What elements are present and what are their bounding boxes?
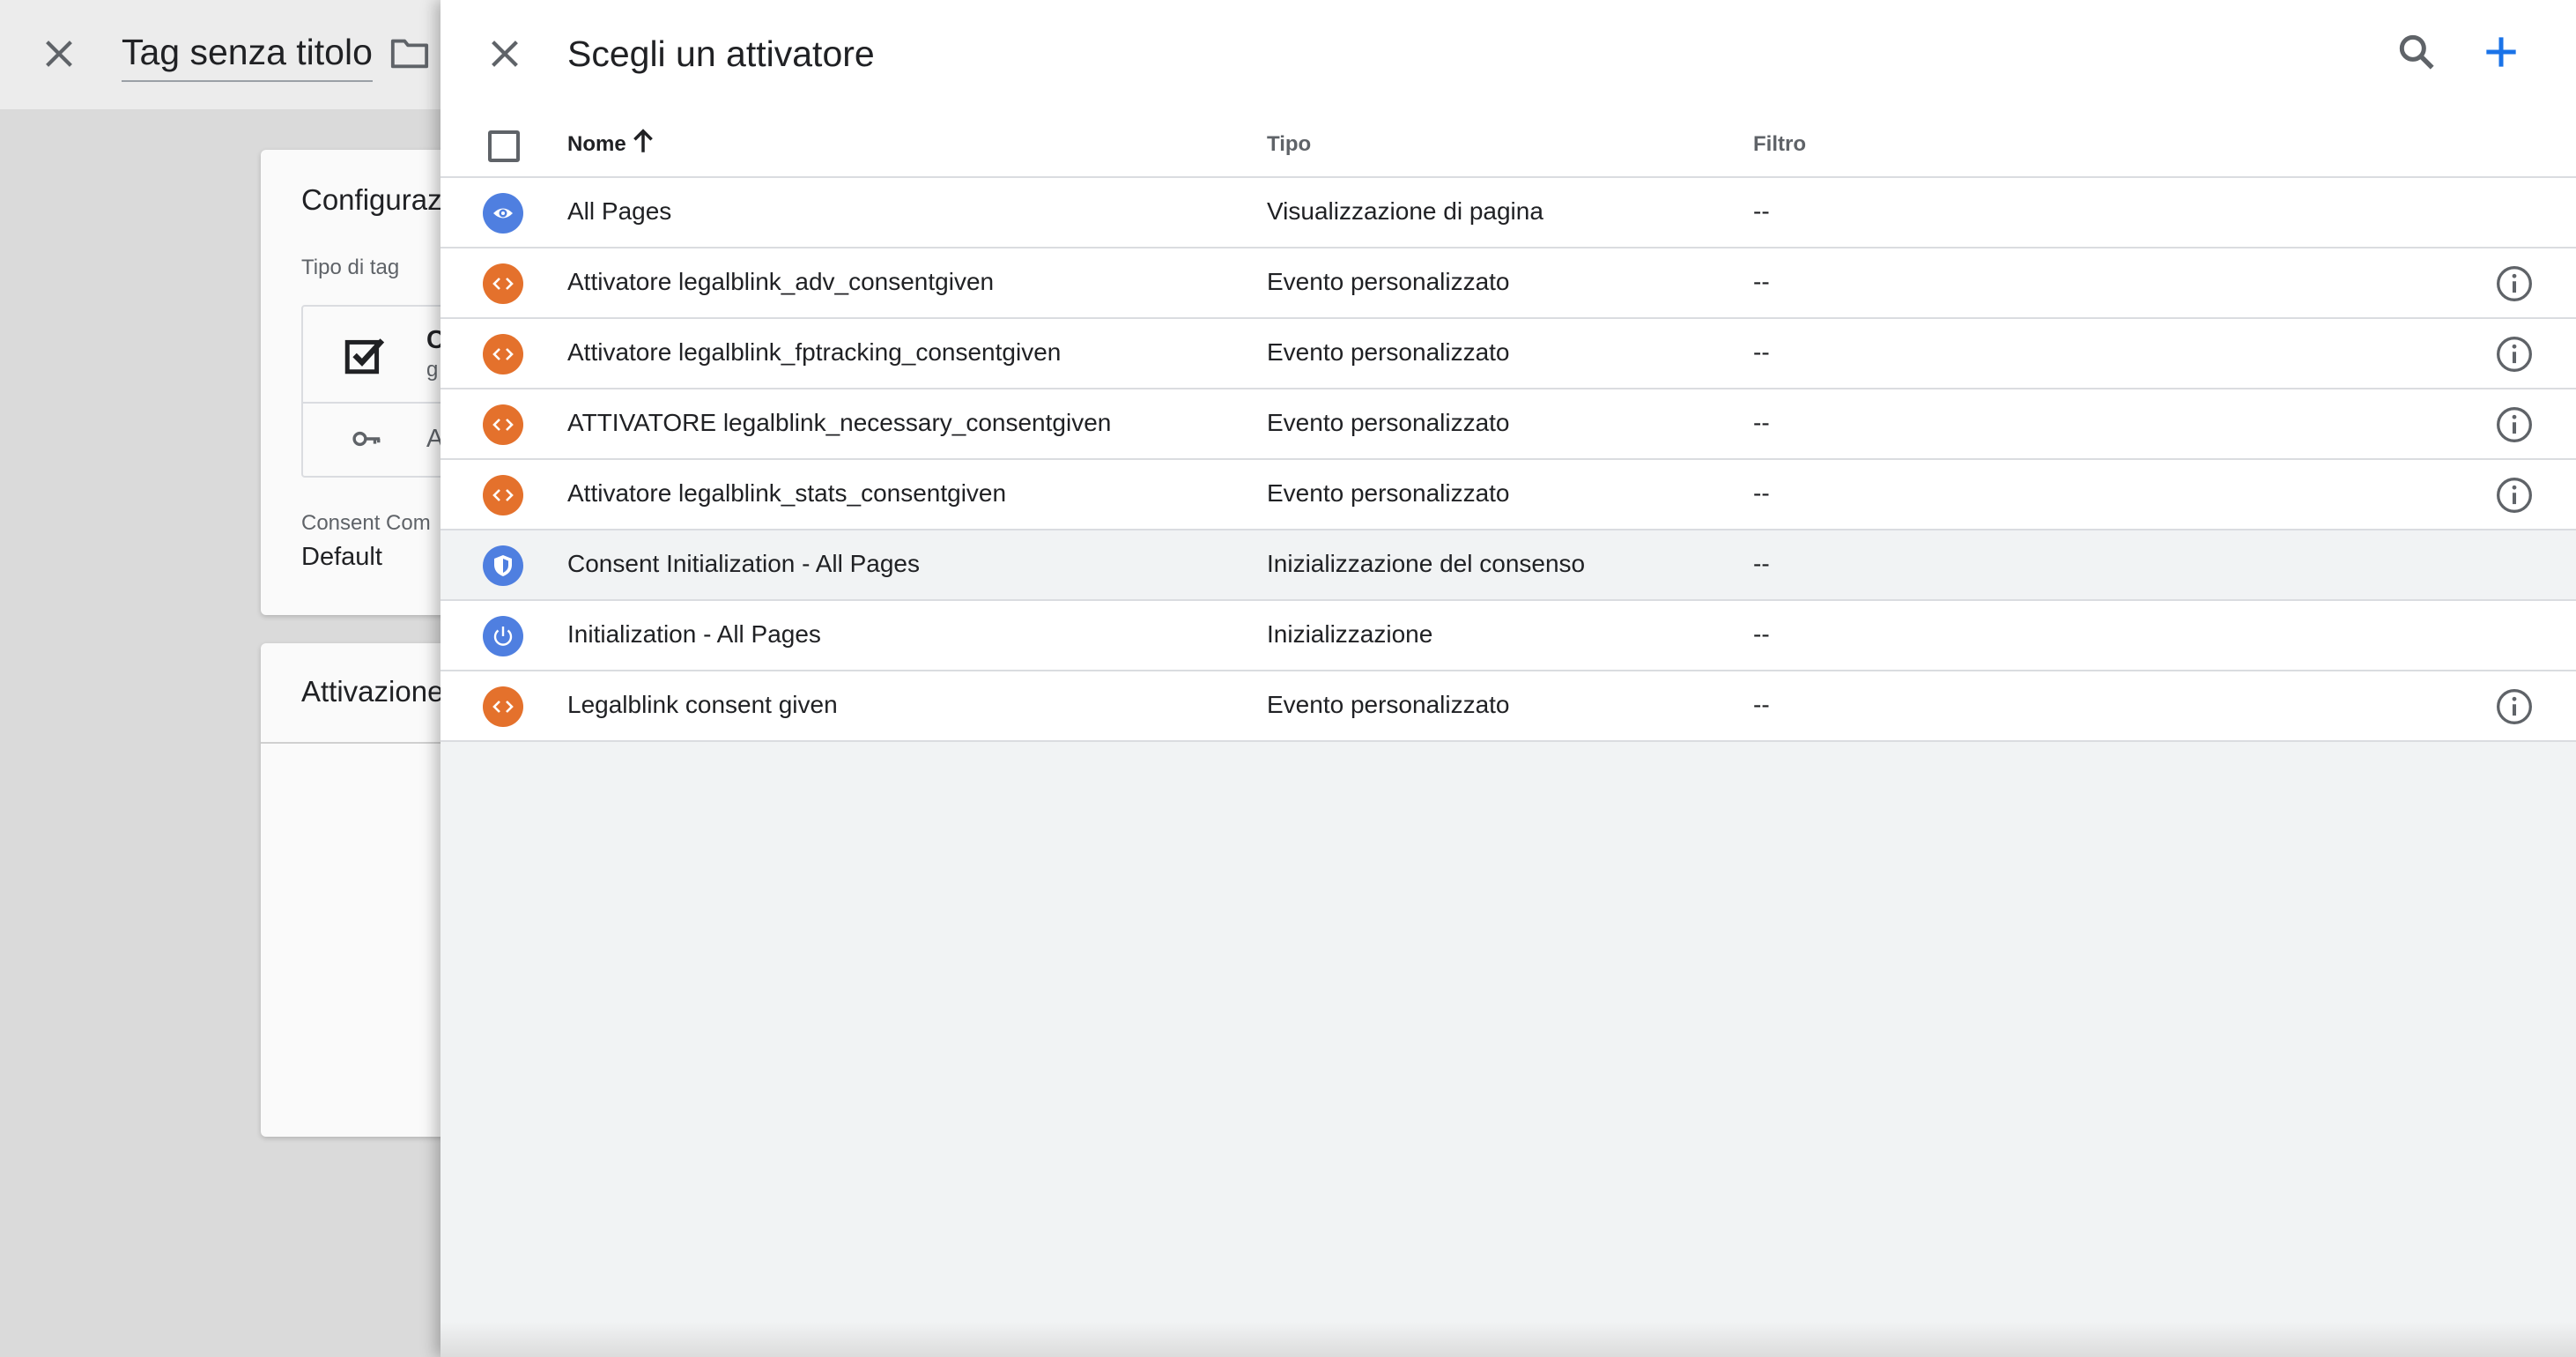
- panel-title: Scegli un attivatore: [567, 33, 875, 74]
- trigger-name: Attivatore legalblink_fptracking_consent…: [567, 338, 1062, 366]
- power-icon: [483, 616, 523, 656]
- close-icon[interactable]: [39, 33, 79, 74]
- key-icon: [352, 431, 381, 447]
- trigger-name: All Pages: [567, 197, 672, 225]
- trigger-name: Attivatore legalblink_adv_consentgiven: [567, 268, 995, 295]
- code-icon: [483, 334, 523, 374]
- tag-title[interactable]: Tag senza titolo: [122, 32, 373, 82]
- trigger-type: Inizializzazione: [1267, 620, 1433, 648]
- table-header: Nome Tipo Filtro: [440, 109, 2576, 178]
- info-icon[interactable]: [2495, 335, 2534, 374]
- table-row[interactable]: Initialization - All Pages Inizializzazi…: [440, 601, 2576, 671]
- trigger-type: Evento personalizzato: [1267, 268, 1510, 295]
- arrow-up-icon[interactable]: [631, 127, 655, 155]
- code-icon: [483, 475, 523, 515]
- trigger-type: Evento personalizzato: [1267, 691, 1510, 718]
- consent-value: Default: [301, 543, 382, 571]
- trigger-type: Evento personalizzato: [1267, 338, 1510, 366]
- column-name[interactable]: Nome: [567, 132, 626, 157]
- tag-type-subtitle: g: [426, 358, 439, 382]
- trigger-name: Initialization - All Pages: [567, 620, 821, 648]
- info-icon[interactable]: [2495, 264, 2534, 303]
- card-title: Attivazione: [301, 675, 444, 708]
- eye-icon: [483, 193, 523, 234]
- table-row[interactable]: Attivatore legalblink_fptracking_consent…: [440, 319, 2576, 389]
- trigger-name: ATTIVATORE legalblink_necessary_consentg…: [567, 409, 1112, 436]
- shield-icon: [483, 545, 523, 586]
- card-title: Configuraz: [301, 183, 442, 216]
- table-row[interactable]: Legalblink consent given Evento personal…: [440, 671, 2576, 742]
- trigger-filter: --: [1753, 197, 1770, 225]
- column-filter: Filtro: [1753, 132, 1806, 156]
- trigger-type: Evento personalizzato: [1267, 479, 1510, 507]
- trigger-filter: --: [1753, 691, 1770, 718]
- search-icon[interactable]: [2395, 30, 2439, 74]
- trigger-type: Evento personalizzato: [1267, 409, 1510, 436]
- trigger-filter: --: [1753, 550, 1770, 577]
- trigger-type: Inizializzazione del consenso: [1267, 550, 1586, 577]
- code-icon: [483, 686, 523, 727]
- code-icon: [483, 263, 523, 304]
- close-icon[interactable]: [485, 33, 525, 74]
- tag-type-label: Tipo di tag: [301, 256, 400, 279]
- trigger-name: Attivatore legalblink_stats_consentgiven: [567, 479, 1007, 507]
- panel-header: Scegli un attivatore: [440, 0, 2576, 109]
- trigger-filter: --: [1753, 268, 1770, 295]
- folder-icon[interactable]: [389, 35, 430, 70]
- table-row[interactable]: Attivatore legalblink_adv_consentgiven E…: [440, 248, 2576, 319]
- choose-trigger-panel: Scegli un attivatore Nome Tipo Filtro Al…: [440, 0, 2576, 1357]
- checkbox-checked-icon: [344, 338, 385, 374]
- table-row[interactable]: ATTIVATORE legalblink_necessary_consentg…: [440, 389, 2576, 460]
- info-icon[interactable]: [2495, 405, 2534, 444]
- trigger-filter: --: [1753, 479, 1770, 507]
- trigger-filter: --: [1753, 409, 1770, 436]
- bottom-shadow: [440, 1322, 2576, 1357]
- consent-label: Consent Com: [301, 511, 431, 535]
- trigger-filter: --: [1753, 620, 1770, 648]
- table-row[interactable]: Consent Initialization - All Pages Inizi…: [440, 530, 2576, 601]
- info-icon[interactable]: [2495, 476, 2534, 515]
- table-row[interactable]: Attivatore legalblink_stats_consentgiven…: [440, 460, 2576, 530]
- trigger-filter: --: [1753, 338, 1770, 366]
- trigger-name: Consent Initialization - All Pages: [567, 550, 920, 577]
- table-row[interactable]: All Pages Visualizzazione di pagina --: [440, 178, 2576, 248]
- code-icon: [483, 404, 523, 445]
- info-icon[interactable]: [2495, 687, 2534, 726]
- trigger-name: Legalblink consent given: [567, 691, 838, 718]
- column-type: Tipo: [1267, 132, 1312, 156]
- add-icon[interactable]: [2479, 30, 2523, 74]
- trigger-table: Nome Tipo Filtro All Pages Visualizzazio…: [440, 109, 2576, 742]
- select-all-checkbox[interactable]: [488, 130, 520, 162]
- trigger-type: Visualizzazione di pagina: [1267, 197, 1543, 225]
